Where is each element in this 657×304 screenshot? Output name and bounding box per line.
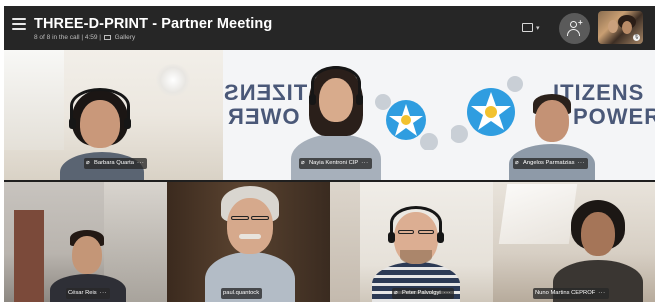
teams-meeting-window: THREE-D-PRINT - Partner Meeting 8 of 8 i… [4, 6, 655, 302]
headset-earcup [356, 94, 363, 105]
layout-button[interactable]: ▾ [520, 20, 546, 36]
participant-label[interactable]: ⌀ Peter Palvolgyi ··· [392, 288, 454, 299]
participant-video [553, 200, 643, 302]
meeting-header: THREE-D-PRINT - Partner Meeting 8 of 8 i… [4, 6, 655, 50]
more-options-icon[interactable]: ··· [137, 160, 144, 166]
menu-icon[interactable] [12, 18, 26, 34]
plus-icon: + [578, 18, 583, 27]
participant-name: paul.quantock [223, 290, 260, 296]
glasses [231, 216, 249, 220]
add-person-icon-body [567, 29, 580, 36]
mic-off-icon: ⌀ [394, 290, 398, 296]
view-label[interactable]: Gallery [115, 34, 136, 41]
face [227, 198, 273, 254]
participant-label[interactable]: Nuno Martins CEPROF ··· [533, 288, 609, 299]
video-tile-banner[interactable]: TIZENS OWER ITIZENS POWER ⌀ Nayia Kentro… [223, 50, 655, 180]
more-options-icon[interactable]: ··· [100, 290, 107, 296]
headset-earcup [124, 118, 131, 129]
participant-name: Peter Palvolgyi [402, 290, 441, 296]
background-lamp [154, 64, 192, 96]
gallery-icon [103, 35, 111, 40]
mic-off-icon: ⌀ [86, 160, 90, 166]
video-tile-barbara[interactable]: ⌀ Barbara Quarta ··· [4, 50, 223, 180]
participant-label[interactable]: paul.quantock [221, 288, 263, 299]
beard [400, 250, 432, 264]
headset [311, 66, 361, 100]
headset [390, 206, 442, 240]
video-tile-paul[interactable]: paul.quantock [167, 180, 330, 302]
participant-name: Nayia Kentroni CIP [309, 160, 359, 166]
participant-name: César Reis [68, 290, 97, 296]
participant-video [205, 186, 295, 302]
headset-earcup [437, 232, 444, 243]
face [535, 100, 569, 142]
layout-icon [522, 23, 533, 32]
mic-icon[interactable]: 🎙 [633, 34, 640, 41]
participant-name: Barbara Quarta [94, 160, 134, 166]
video-tile-nuno[interactable]: Nuno Martins CEPROF ··· [493, 180, 655, 302]
banner-text: OWER [227, 104, 300, 129]
face [581, 212, 615, 256]
more-options-icon[interactable]: ··· [598, 290, 605, 296]
headset-earcup [309, 94, 316, 105]
self-view-face [608, 20, 618, 33]
mic-off-icon: ⌀ [301, 160, 305, 166]
shoulders [291, 134, 381, 180]
more-options-icon[interactable]: ··· [361, 160, 368, 166]
chevron-down-icon: ▾ [536, 25, 540, 32]
self-view-thumbnail[interactable]: 🎙 [598, 11, 643, 44]
participant-name: Angelos Parmatzias [523, 160, 575, 166]
mic-off-icon: ⌀ [515, 160, 519, 166]
more-options-icon[interactable]: ··· [578, 160, 585, 166]
call-info: 8 of 8 in the call | 4:59 | [34, 34, 101, 41]
participant-label[interactable]: ⌀ Barbara Quarta ··· [84, 158, 148, 169]
video-tile-cesar[interactable]: César Reis ··· [4, 180, 167, 302]
headset [70, 88, 130, 124]
mustache [239, 234, 261, 239]
meeting-subtitle: 8 of 8 in the call | 4:59 | Gallery [34, 34, 135, 41]
participant-name: Nuno Martins CEPROF [535, 290, 596, 296]
meeting-title: THREE-D-PRINT - Partner Meeting [34, 16, 273, 32]
citizens-power-logo-icon [375, 94, 438, 150]
participant-label[interactable]: ⌀ Angelos Parmatzias ··· [513, 158, 588, 169]
more-options-icon[interactable]: ··· [444, 290, 451, 296]
self-view-face [622, 21, 632, 34]
add-participant-button[interactable]: + [559, 13, 590, 44]
participant-label[interactable]: César Reis ··· [66, 288, 110, 299]
face [72, 236, 102, 274]
video-tile-peter[interactable]: ⌀ Peter Palvolgyi ··· [330, 180, 493, 302]
participant-label[interactable]: ⌀ Nayia Kentroni CIP ··· [299, 158, 372, 169]
headset-earcup [69, 118, 76, 129]
add-person-icon [570, 21, 577, 28]
background-door [14, 210, 44, 302]
tile-divider [4, 180, 655, 182]
background-shelf [330, 180, 360, 302]
headset-earcup [388, 232, 395, 243]
glasses [251, 216, 269, 220]
